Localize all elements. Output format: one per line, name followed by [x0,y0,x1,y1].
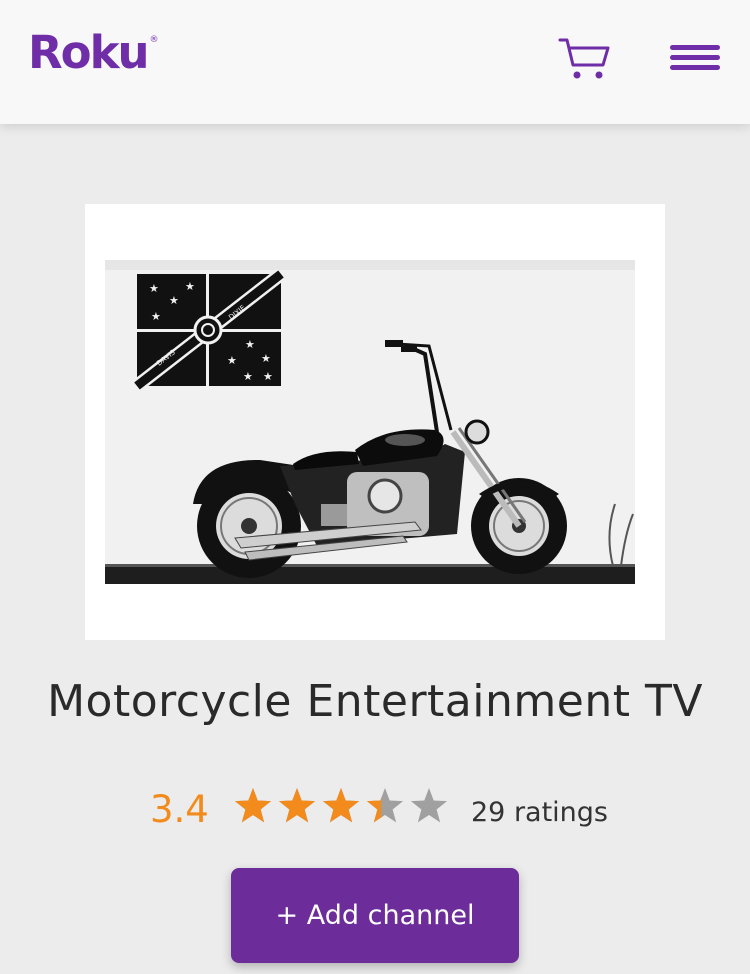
top-header: Roku ® [0,0,750,124]
logo-text: Roku [28,26,150,79]
star-icon [322,788,360,823]
add-channel-button[interactable]: + Add channel [231,868,519,963]
menu-button[interactable] [668,42,722,76]
svg-text:★: ★ [227,354,237,367]
svg-text:★: ★ [151,310,161,323]
cart-icon [558,38,610,79]
channel-title: Motorcycle Entertainment TV [47,676,703,727]
svg-text:★: ★ [263,370,273,383]
hamburger-menu-icon [670,45,720,70]
cart-button[interactable] [558,36,612,82]
flag-graphic: DAVIS DIXIE ★★★★ ★★★★ ★ [132,268,286,392]
svg-text:★: ★ [149,282,159,295]
rating-row: 3.4 29 ratings [0,786,750,834]
svg-text:★: ★ [245,338,255,351]
svg-text:★: ★ [261,352,271,365]
svg-text:★: ★ [185,280,195,293]
rating-value: 3.4 [150,788,209,831]
roku-logo[interactable]: Roku ® [28,30,159,75]
star-icon [234,788,272,823]
star-icon [278,788,316,823]
star-rating [234,788,448,823]
ratings-count[interactable]: 29 ratings [471,798,608,828]
motorcycle-image: DAVIS DIXIE ★★★★ ★★★★ ★ [105,260,635,584]
star-icon [366,788,404,823]
svg-text:★: ★ [243,370,253,383]
channel-poster: DAVIS DIXIE ★ ★ ★ ★ ★ ★ ★ ★ ★ [85,204,665,640]
star-icon [410,788,448,823]
svg-text:★: ★ [169,294,179,307]
logo-registered-mark: ® [149,35,159,45]
